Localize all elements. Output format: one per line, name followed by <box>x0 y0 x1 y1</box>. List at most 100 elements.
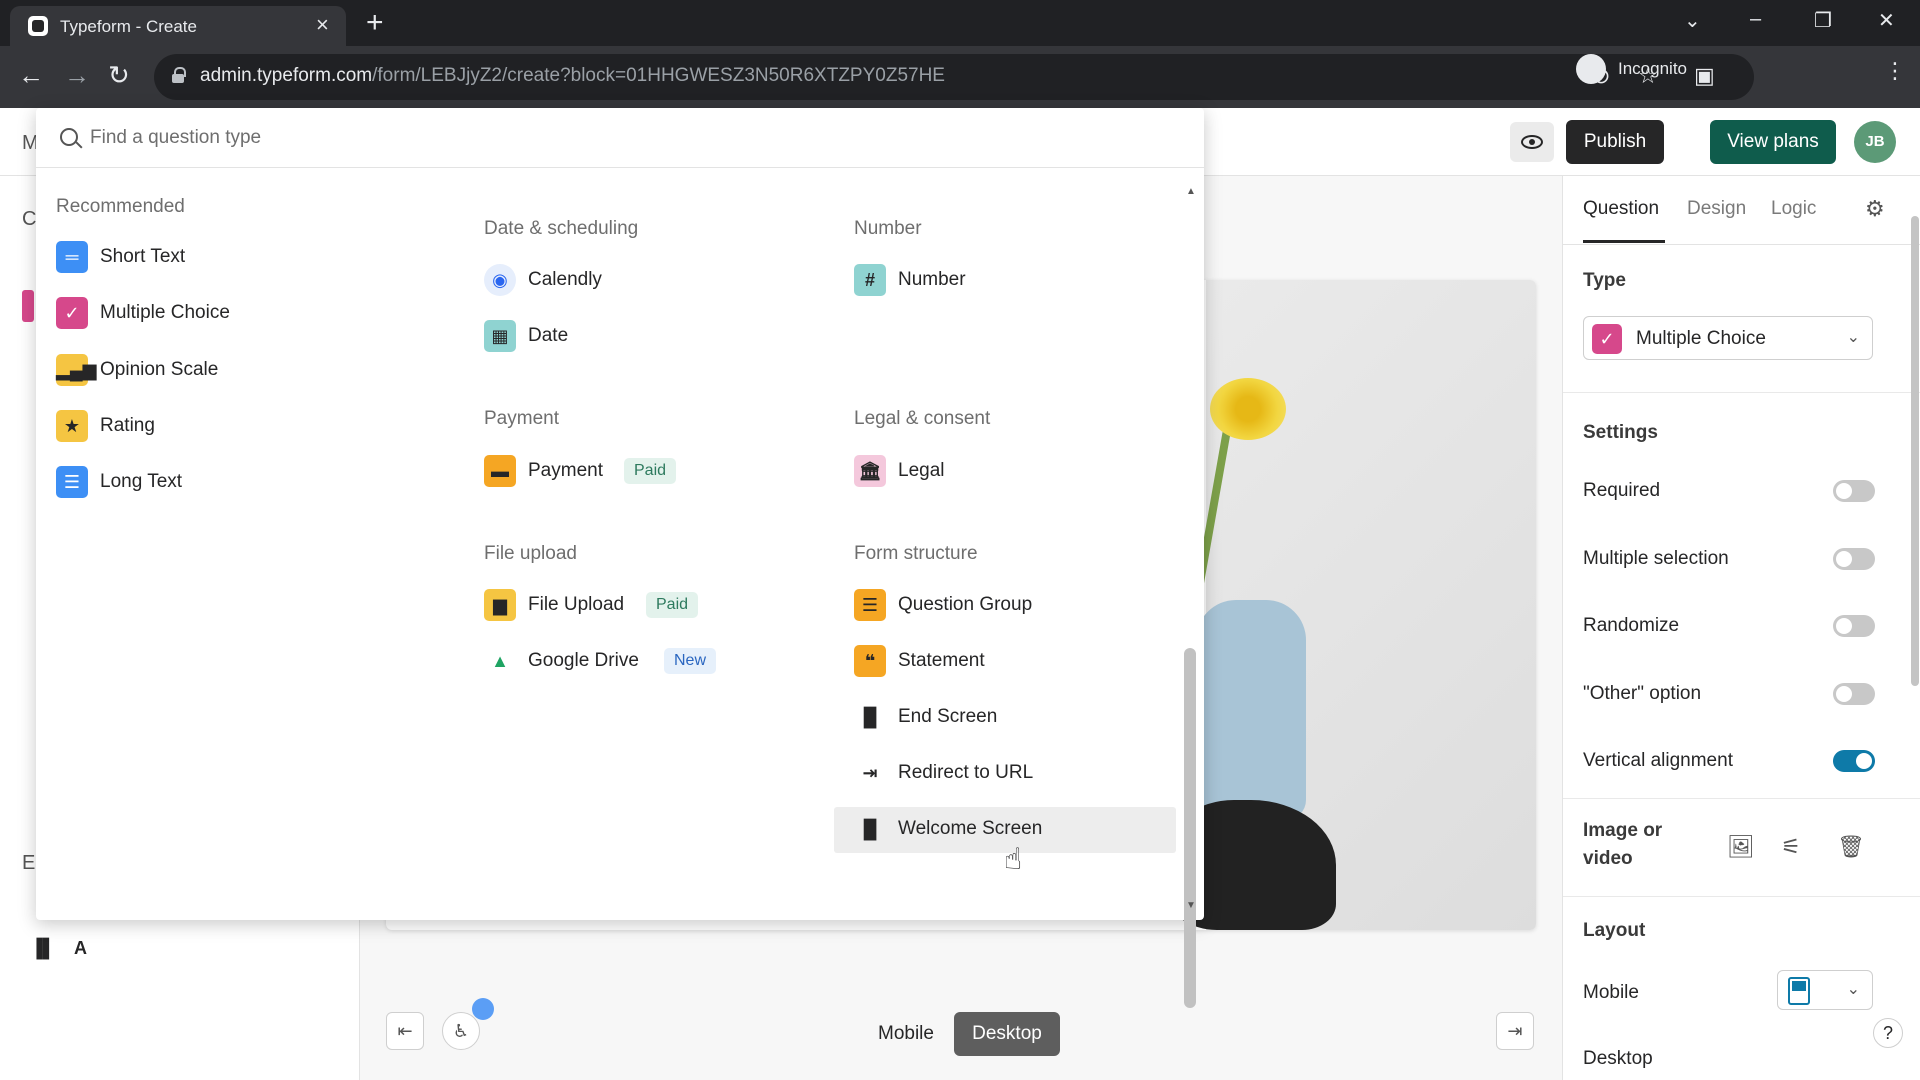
tab-question[interactable]: Question <box>1583 198 1659 220</box>
vertical-alignment-toggle[interactable] <box>1833 750 1875 772</box>
welcome-screen-icon: ▐▌ <box>857 819 883 839</box>
restore-icon[interactable]: ❐ <box>1814 8 1832 33</box>
question-type-payment[interactable]: ▬ Payment Paid <box>484 449 814 495</box>
question-type-label: Question Group <box>898 594 1033 615</box>
redirect-icon: ⇥ <box>862 763 878 783</box>
check-icon: ✓ <box>56 297 88 329</box>
layout-heading: Layout <box>1583 920 1646 941</box>
collapse-left-panel-button[interactable]: ⇤ <box>386 1012 424 1050</box>
question-type-date[interactable]: ▦ Date <box>484 314 814 360</box>
window-close-icon[interactable]: ✕ <box>1878 8 1895 33</box>
browser-tab[interactable]: Typeform - Create × <box>10 6 346 46</box>
image-icon[interactable]: 🖼 <box>1727 834 1755 860</box>
check-icon: ✓ <box>1592 324 1622 354</box>
user-avatar[interactable]: JB <box>1854 121 1896 163</box>
question-type-long-text[interactable]: ☰ Long Text <box>56 460 386 506</box>
device-desktop-button[interactable]: Desktop <box>954 1012 1060 1056</box>
active-tab-indicator <box>1583 240 1665 243</box>
welcome-screen-icon[interactable]: ▐▌ <box>30 938 56 959</box>
question-type-select[interactable]: ✓ Multiple Choice ⌄ <box>1583 316 1873 360</box>
tab-design[interactable]: Design <box>1687 198 1746 220</box>
question-type-label: Google Drive <box>528 650 639 671</box>
question-type-legal[interactable]: 🏛 Legal <box>854 449 1184 495</box>
layout-mobile-label: Mobile <box>1583 982 1639 1003</box>
number-heading: Number <box>854 218 922 239</box>
collapse-right-panel-button[interactable]: ⇥ <box>1496 1012 1534 1050</box>
question-type-label: Welcome Screen <box>898 818 1043 839</box>
question-type-search-input[interactable] <box>90 122 990 154</box>
question-type-label: Statement <box>898 650 985 671</box>
reload-icon[interactable]: ↻ <box>108 60 130 91</box>
vertical-alignment-label: Vertical alignment <box>1583 750 1733 771</box>
adjust-sliders-icon[interactable]: ⚟ <box>1781 834 1801 860</box>
settings-heading: Settings <box>1583 422 1658 443</box>
sidebar-question-marker[interactable] <box>22 290 34 322</box>
browser-menu-icon[interactable]: ⋮ <box>1884 58 1906 84</box>
image-or-video-heading-line2: video <box>1583 848 1633 869</box>
legal-consent-heading: Legal & consent <box>854 408 991 429</box>
payment-heading: Payment <box>484 408 559 429</box>
other-option-toggle[interactable] <box>1833 683 1875 705</box>
scroll-down-arrow-icon[interactable]: ▼ <box>1186 900 1196 911</box>
new-tab-icon[interactable]: + <box>366 6 384 40</box>
question-type-multiple-choice[interactable]: ✓ Multiple Choice <box>56 291 386 337</box>
question-settings-panel: Question Design Logic ⚙ Type ✓ Multiple … <box>1562 176 1920 1080</box>
question-type-calendly[interactable]: ◉ Calendly <box>484 258 814 304</box>
question-type-label: Rating <box>100 415 155 436</box>
question-type-label: Legal <box>898 460 945 481</box>
accessibility-button[interactable]: ♿ <box>442 1012 480 1050</box>
back-icon[interactable]: ← <box>18 60 44 91</box>
question-type-value: Multiple Choice <box>1636 328 1766 349</box>
vase-image <box>1196 600 1306 820</box>
scroll-up-arrow-icon[interactable]: ▲ <box>1186 186 1196 197</box>
paid-badge: Paid <box>624 458 677 484</box>
required-label: Required <box>1583 480 1661 501</box>
paid-badge: Paid <box>646 592 699 618</box>
layout-mobile-select[interactable]: ⌄ <box>1777 970 1873 1010</box>
question-type-short-text[interactable]: ═ Short Text <box>56 235 386 281</box>
question-type-picker: Recommended ═ Short Text ✓ Multiple Choi… <box>36 108 1204 1008</box>
preview-button[interactable] <box>1510 122 1554 162</box>
hand-pointer-cursor-icon: ☝ <box>1004 843 1023 876</box>
panel-scrollbar[interactable] <box>1911 216 1919 686</box>
question-type-rating[interactable]: ★ Rating <box>56 404 386 450</box>
question-type-end-screen[interactable]: ▐▌ End Screen <box>854 695 1184 741</box>
tab-close-icon[interactable]: × <box>316 12 329 38</box>
recommended-heading: Recommended <box>56 196 185 217</box>
picker-scrollbar-thumb[interactable] <box>1184 648 1196 1008</box>
randomize-toggle[interactable] <box>1833 615 1875 637</box>
question-type-label: Multiple Choice <box>100 302 230 323</box>
question-type-label: Payment <box>528 460 603 481</box>
gear-icon[interactable]: ⚙ <box>1865 196 1885 222</box>
search-icon <box>60 128 78 146</box>
image-or-video-heading-line1: Image or <box>1583 820 1663 841</box>
question-type-opinion-scale[interactable]: ▂▄▆ Opinion Scale <box>56 348 386 394</box>
multiple-selection-toggle[interactable] <box>1833 548 1875 570</box>
long-text-icon: ☰ <box>56 466 88 498</box>
sidebar-fragment-mid: C <box>22 208 37 230</box>
side-panel-icon[interactable]: ▣ <box>1694 63 1715 89</box>
address-bar[interactable]: admin.typeform.com/form/LEBJjyZ2/create?… <box>154 54 1754 100</box>
sidebar-fragment-endings: E <box>22 852 36 874</box>
question-type-statement[interactable]: ❝ Statement <box>854 639 1184 685</box>
device-mobile-button[interactable]: Mobile <box>858 1012 954 1056</box>
required-toggle[interactable] <box>1833 480 1875 502</box>
divider <box>1563 896 1920 897</box>
incognito-icon <box>1576 54 1606 84</box>
type-heading: Type <box>1583 270 1626 291</box>
trash-icon[interactable]: 🗑 <box>1837 834 1865 860</box>
question-type-google-drive[interactable]: ▲ Google Drive New <box>484 639 814 685</box>
form-structure-heading: Form structure <box>854 543 978 564</box>
tab-logic[interactable]: Logic <box>1771 198 1816 220</box>
help-button[interactable]: ? <box>1873 1018 1903 1048</box>
minimize-icon[interactable]: – <box>1750 8 1761 31</box>
forward-icon[interactable]: → <box>64 60 90 91</box>
question-type-number[interactable]: # Number <box>854 258 1184 304</box>
publish-button[interactable]: Publish <box>1566 120 1664 164</box>
question-type-file-upload[interactable]: ▆ File Upload Paid <box>484 583 814 629</box>
layout-thumbnail-icon <box>1788 977 1810 1005</box>
question-type-redirect-to-url[interactable]: ⇥ Redirect to URL <box>854 751 1184 797</box>
view-plans-button[interactable]: View plans <box>1710 120 1836 164</box>
tab-search-chevron-icon[interactable]: ⌄ <box>1684 8 1701 33</box>
question-type-question-group[interactable]: ☰ Question Group <box>854 583 1184 629</box>
